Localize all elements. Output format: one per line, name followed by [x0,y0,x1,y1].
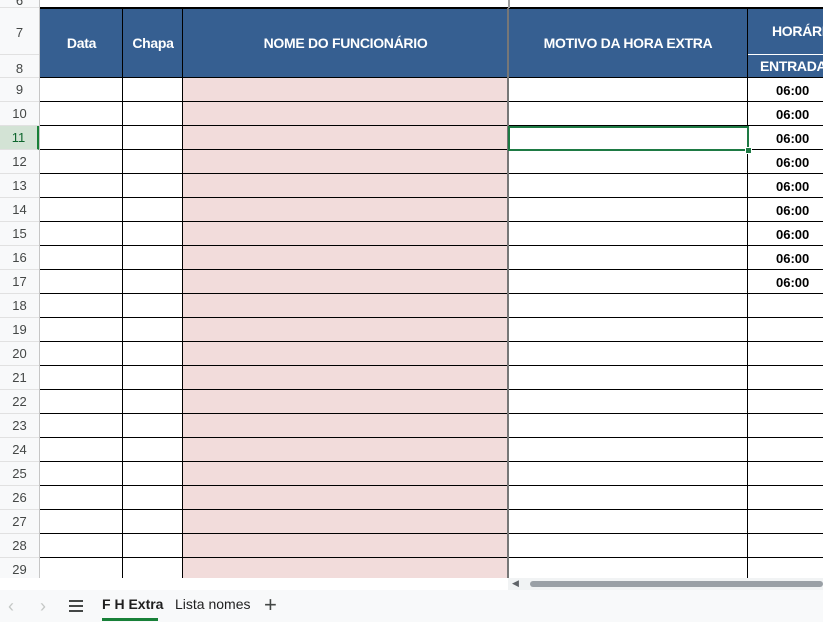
header-divider [748,54,823,55]
scrollbar-thumb[interactable] [530,581,823,587]
header-nome-label: NOME DO FUNCIONÁRIO [263,34,428,51]
row-line [40,389,823,390]
row-number-column[interactable]: 6 7 8 9 10 11 12 13 14 15 16 17 18 19 20 21 22 23 24 25 26 27… [0,0,40,578]
row-number-21[interactable]: 21 [0,366,39,390]
header-chapa-label: Chapa [132,34,174,51]
row-number-7[interactable]: 7 [0,8,39,55]
selected-cell[interactable] [508,126,749,151]
entrada-time-cell[interactable]: 06:00 [748,107,823,122]
row-line [40,437,823,438]
row-number-12[interactable]: 12 [0,150,39,174]
col-line-b [122,8,123,578]
name-column-fill [183,78,508,578]
row-line [40,509,823,510]
entrada-time-cell[interactable]: 06:00 [748,155,823,170]
row-number-6[interactable]: 6 [0,0,39,8]
row-line [40,293,823,294]
row-number-26[interactable]: 26 [0,486,39,510]
tab-f-h-extra[interactable]: F H Extra [102,596,163,612]
row-line [40,173,823,174]
entrada-time-cell[interactable]: 06:00 [748,83,823,98]
row-number-25[interactable]: 25 [0,462,39,486]
entrada-time-cell[interactable]: 06:00 [748,131,823,146]
hamburger-menu-icon[interactable] [69,600,83,615]
row-number-24[interactable]: 24 [0,438,39,462]
scroll-left-icon[interactable]: ◀ [512,578,519,589]
row-line [40,341,823,342]
row-line [40,317,823,318]
row-number-20[interactable]: 20 [0,342,39,366]
header-nome[interactable]: NOME DO FUNCIONÁRIO [183,8,508,77]
row-number-28[interactable]: 28 [0,534,39,558]
spreadsheet-grid[interactable]: Data Chapa NOME DO FUNCIONÁRIO MOTIVO DA… [0,0,823,578]
row-line [40,461,823,462]
entrada-time-cell[interactable]: 06:00 [748,251,823,266]
entrada-time-cell[interactable]: 06:00 [748,203,823,218]
header-motivo-label: MOTIVO DA HORA EXTRA [543,34,713,51]
row-number-18[interactable]: 18 [0,294,39,318]
row-number-11[interactable]: 11 [0,126,39,150]
row-number-17[interactable]: 17 [0,270,39,294]
row-number-16[interactable]: 16 [0,246,39,270]
col-line-c [182,8,183,578]
tab-lista-nomes[interactable]: Lista nomes [175,596,250,612]
fill-handle[interactable] [745,147,752,154]
row-number-14[interactable]: 14 [0,198,39,222]
header-horario[interactable]: HORÁRI [748,8,823,54]
header-data-label: Data [66,34,97,51]
row-line [40,533,823,534]
header-horario-label: HORÁRI [772,23,823,39]
row-line [40,101,823,102]
row-number-13[interactable]: 13 [0,174,39,198]
row-number-29[interactable]: 29 [0,558,39,578]
row-number-19[interactable]: 19 [0,318,39,342]
row-line [40,365,823,366]
entrada-time-cell[interactable]: 06:00 [748,179,823,194]
header-chapa[interactable]: Chapa [123,8,183,77]
row-line [40,77,823,78]
header-entrada-label: ENTRADA [760,58,823,74]
row-number-27[interactable]: 27 [0,510,39,534]
entrada-time-cell[interactable]: 06:00 [748,275,823,290]
row-number-10[interactable]: 10 [0,102,39,126]
row-number-22[interactable]: 22 [0,390,39,414]
row-line [40,221,823,222]
active-tab-indicator [102,618,158,621]
frozen-col-divider [508,0,510,8]
plus-icon[interactable]: + [264,592,277,618]
next-sheet-icon[interactable]: › [40,596,46,617]
header-entrada[interactable]: ENTRADA [748,55,823,77]
row-number-23[interactable]: 23 [0,414,39,438]
row-number-9[interactable]: 9 [0,78,39,102]
row-number-8[interactable]: 8 [0,55,39,78]
header-data[interactable]: Data [40,8,123,77]
row-line [40,269,823,270]
row-line [40,245,823,246]
col-line-d [507,8,509,578]
entrada-time-cell[interactable]: 06:00 [748,227,823,242]
top-border [40,7,823,9]
row-line [40,413,823,414]
row-line [40,197,823,198]
row-line [40,557,823,558]
prev-sheet-icon[interactable]: ‹ [8,596,14,617]
row-line [40,485,823,486]
row-number-15[interactable]: 15 [0,222,39,246]
header-motivo[interactable]: MOTIVO DA HORA EXTRA [508,8,748,77]
